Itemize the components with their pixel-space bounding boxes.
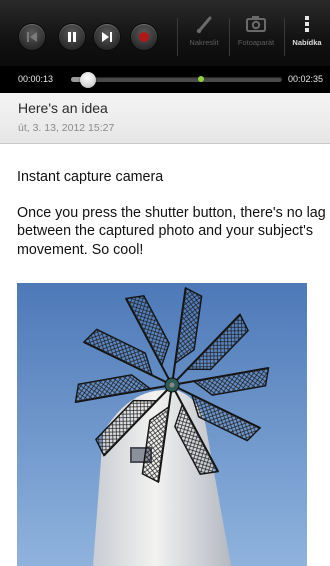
- brush-icon: [196, 16, 212, 34]
- more-vertical-icon: [305, 16, 309, 32]
- note-screen: Nakreslit Fotoaparát Nabídka 00:00:13 00…: [0, 0, 330, 566]
- toolbar-divider: [284, 18, 285, 56]
- note-title: Here's an idea: [18, 100, 108, 116]
- note-header: Here's an idea út, 3. 13, 2012 15:27: [0, 93, 330, 144]
- draw-label: Nakreslit: [189, 38, 219, 47]
- bookmark-marker: [197, 76, 204, 82]
- seek-thumb[interactable]: [79, 72, 96, 88]
- toolbar-divider: [177, 18, 178, 56]
- draw-button[interactable]: Nakreslit: [180, 14, 228, 58]
- record-button[interactable]: [131, 24, 157, 50]
- record-icon: [139, 32, 149, 42]
- next-icon: [102, 32, 112, 42]
- seek-slider[interactable]: [71, 72, 282, 88]
- previous-icon: [27, 32, 37, 42]
- camera-icon: [246, 16, 266, 32]
- camera-label: Fotoaparát: [237, 38, 275, 47]
- menu-label: Nabídka: [292, 38, 322, 47]
- note-paragraph: Once you press the shutter button, there…: [17, 204, 326, 258]
- note-heading: Instant capture camera: [17, 169, 164, 185]
- playback-bar: 00:00:13 00:02:35: [0, 66, 330, 93]
- menu-button[interactable]: Nabídka: [287, 14, 327, 58]
- total-time: 00:02:35: [288, 74, 324, 84]
- note-date: út, 3. 13, 2012 15:27: [18, 122, 115, 134]
- camera-button[interactable]: Fotoaparát: [230, 14, 282, 58]
- next-button[interactable]: [94, 24, 120, 50]
- toolbar: Nakreslit Fotoaparát Nabídka: [0, 0, 330, 66]
- note-body[interactable]: Instant capture camera Once you press th…: [17, 168, 327, 259]
- pause-button[interactable]: [59, 24, 85, 50]
- windmill-image: [17, 283, 307, 566]
- previous-button[interactable]: [19, 24, 45, 50]
- pause-icon: [68, 32, 76, 42]
- windmill-photo[interactable]: [17, 283, 307, 566]
- elapsed-time: 00:00:13: [18, 74, 54, 84]
